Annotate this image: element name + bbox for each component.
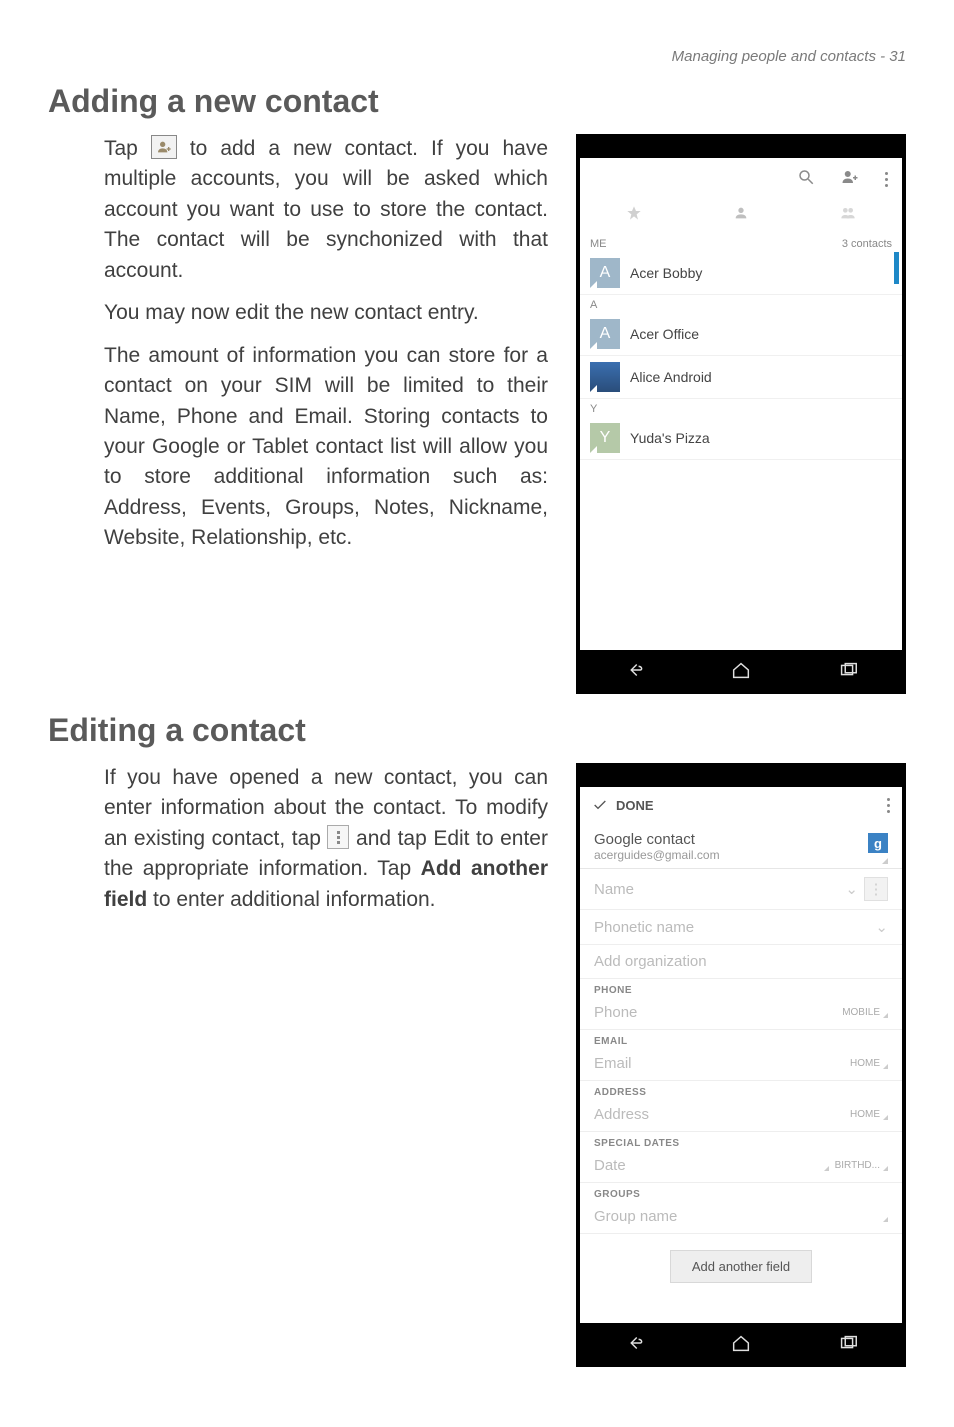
dates-section-label: SPECIAL DATES [580,1132,902,1149]
contacts-phone-mock: ME 3 contacts A Acer Bobby A A Acer Offi… [576,134,906,694]
section1-p3: The amount of information you can store … [104,341,548,554]
add-contact-action[interactable] [841,168,859,191]
search-icon[interactable] [797,168,815,191]
name-field[interactable]: Name ⌄ ⋮ [580,869,902,910]
section2-p1d: to enter additional information. [153,888,436,911]
add-another-field-button[interactable]: Add another field [670,1250,812,1283]
overflow-menu-icon[interactable] [887,798,890,813]
android-navbar [580,650,902,690]
home-icon[interactable] [730,659,752,681]
me-label: ME [590,238,607,250]
avatar: Y [590,423,620,453]
section-title-add: Adding a new contact [48,83,906,120]
section-me: ME 3 contacts [580,234,902,252]
contact-row[interactable]: A Acer Bobby [580,252,902,295]
chevron-down-icon[interactable]: ⌄ [875,918,888,936]
favorites-tab[interactable] [580,199,687,234]
groups-tab[interactable] [795,199,902,234]
chevron-down-icon[interactable]: ⌄ [845,880,858,898]
dropdown-indicator-icon [882,858,888,864]
email-section-label: EMAIL [580,1030,902,1047]
google-badge-icon: g [868,833,888,853]
overflow-menu-icon [327,825,349,849]
phone-field[interactable]: Phone MOBILE [580,996,902,1030]
android-navbar [580,1323,902,1363]
account-type: Google contact [594,831,888,848]
scroll-index[interactable] [894,252,899,284]
recents-icon[interactable] [837,1332,859,1354]
back-icon[interactable] [623,1332,645,1354]
home-icon[interactable] [730,1332,752,1354]
account-email: acerguides@gmail.com [594,848,888,862]
section1-p1a: Tap [104,137,151,160]
avatar: A [590,319,620,349]
group-field[interactable]: Group name [580,1200,902,1234]
phone-section-label: PHONE [580,979,902,996]
contact-row[interactable]: Y Yuda's Pizza [580,417,902,460]
contact-name: Yuda's Pizza [630,430,710,446]
phone-type-spinner[interactable]: MOBILE [842,1007,888,1018]
phonetic-name-field[interactable]: Phonetic name ⌄ [580,910,902,945]
email-type-spinner[interactable]: HOME [850,1058,888,1069]
contact-row[interactable]: A Acer Office [580,313,902,356]
contact-row[interactable]: Alice Android [580,356,902,399]
editor-actionbar: DONE [580,787,902,823]
section-title-edit: Editing a contact [48,712,906,749]
add-organization[interactable]: Add organization [580,945,902,979]
email-field[interactable]: Email HOME [580,1047,902,1081]
add-contact-icon [151,135,177,159]
section-a: A [580,295,902,313]
filter-tabs [580,199,902,234]
section-y: Y [580,399,902,417]
section1-p2: You may now edit the new contact entry. [104,298,548,328]
contact-name: Acer Bobby [630,265,702,281]
address-field[interactable]: Address HOME [580,1098,902,1132]
all-contacts-tab[interactable] [687,199,794,234]
date-type-spinner[interactable]: BIRTHD... [821,1160,888,1171]
contact-count: 3 contacts [842,238,892,250]
contact-name: Acer Office [630,326,699,342]
address-type-spinner[interactable]: HOME [850,1109,888,1120]
section2-body: If you have opened a new contact, you ca… [48,763,548,927]
section1-body: Tap to add a new contact. If you have mu… [48,134,548,566]
contact-name: Alice Android [630,369,712,385]
avatar [590,362,620,392]
status-bar [580,138,902,158]
overflow-menu-icon[interactable] [885,172,888,187]
dropdown-indicator-icon [883,1217,888,1222]
expand-name-icon[interactable]: ⋮ [864,877,888,901]
account-block[interactable]: Google contact acerguides@gmail.com g [580,823,902,869]
address-section-label: ADDRESS [580,1081,902,1098]
recents-icon[interactable] [837,659,859,681]
back-icon[interactable] [623,659,645,681]
edit-contact-phone-mock: DONE Google contact acerguides@gmail.com… [576,763,906,1367]
page-header: Managing people and contacts - 31 [48,48,906,65]
done-button[interactable]: DONE [592,797,654,813]
avatar: A [590,258,620,288]
date-field[interactable]: Date BIRTHD... [580,1149,902,1183]
actionbar [580,158,902,199]
groups-section-label: GROUPS [580,1183,902,1200]
status-bar [580,767,902,787]
